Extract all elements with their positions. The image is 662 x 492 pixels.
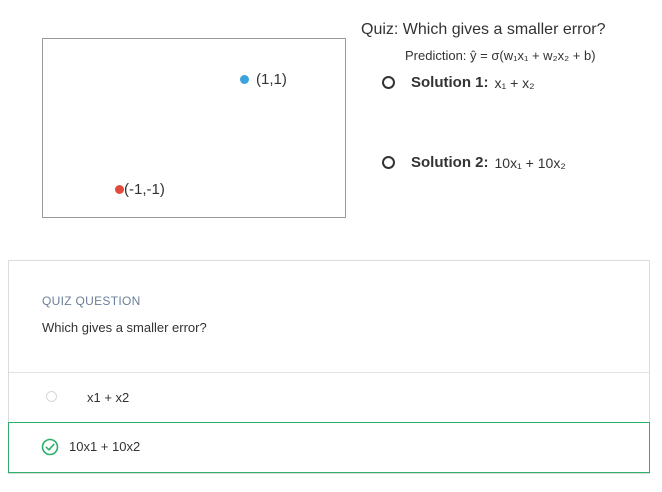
point-plot: (1,1) (-1,-1) <box>42 38 346 218</box>
slide-quiz-title: Quiz: Which gives a smaller error? <box>361 21 606 38</box>
radio-icon[interactable] <box>46 391 57 402</box>
answer-option-1[interactable]: x1 + x2 <box>9 373 649 421</box>
point-marker-blue <box>240 75 249 84</box>
point-label-red: (-1,-1) <box>124 181 165 198</box>
lecture-slide: (1,1) (-1,-1) Quiz: Which gives a smalle… <box>0 0 662 255</box>
quiz-kicker: QUIZ QUESTION <box>42 294 141 308</box>
quiz-question-text: Which gives a smaller error? <box>42 320 207 335</box>
answer-label: 10x1 + 10x2 <box>69 439 141 454</box>
slide-option-2: Solution 2: 10x₁ + 10x₂ <box>382 154 566 171</box>
answer-label: x1 + x2 <box>87 390 130 405</box>
radio-circle-icon <box>382 76 395 89</box>
option-expression: x₁ + x₂ <box>494 74 535 91</box>
option-expression: 10x₁ + 10x₂ <box>494 154 566 171</box>
point-marker-red <box>115 185 124 194</box>
point-label-blue: (1,1) <box>256 71 287 88</box>
quiz-card: QUIZ QUESTION Which gives a smaller erro… <box>8 260 650 474</box>
check-circle-icon[interactable] <box>41 438 59 456</box>
option-title: Solution 1: <box>411 74 489 91</box>
prediction-formula: Prediction: ŷ = σ(w₁x₁ + w₂x₂ + b) <box>405 48 596 63</box>
answer-option-2[interactable]: 10x1 + 10x2 <box>8 422 650 473</box>
slide-option-1: Solution 1: x₁ + x₂ <box>382 74 535 91</box>
radio-circle-icon <box>382 156 395 169</box>
option-title: Solution 2: <box>411 154 489 171</box>
